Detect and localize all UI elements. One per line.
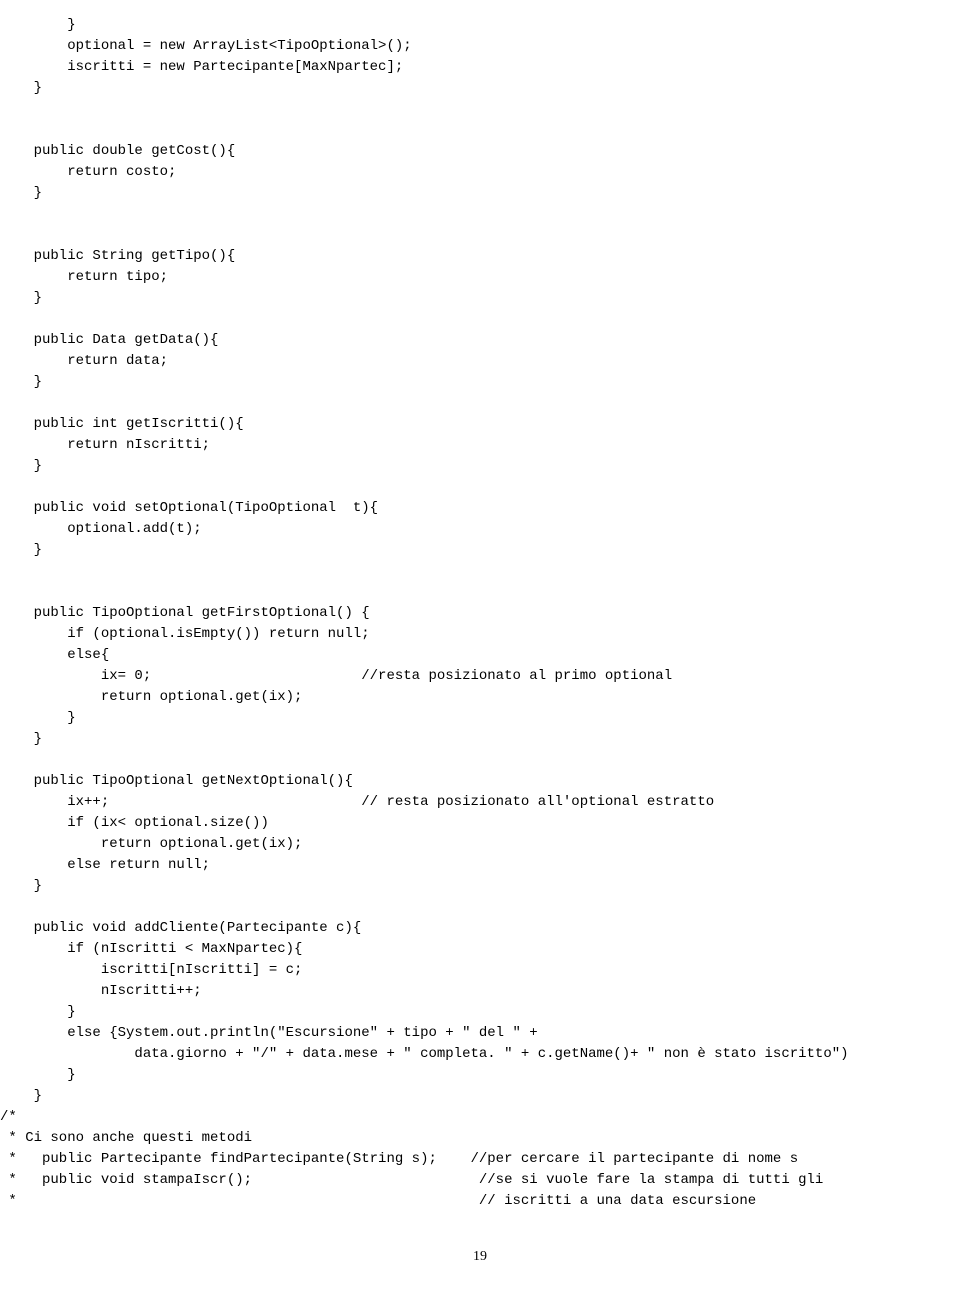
code-line: } (0, 708, 960, 729)
code-line: return tipo; (0, 267, 960, 288)
code-line (0, 309, 960, 330)
java-code-block: } optional = new ArrayList<TipoOptional>… (0, 15, 960, 1212)
code-line (0, 120, 960, 141)
code-line: } (0, 183, 960, 204)
code-line (0, 477, 960, 498)
code-line (0, 561, 960, 582)
code-line: public double getCost(){ (0, 141, 960, 162)
code-line (0, 897, 960, 918)
code-line: optional.add(t); (0, 519, 960, 540)
code-line: } (0, 540, 960, 561)
code-line: } (0, 78, 960, 99)
code-line: public String getTipo(){ (0, 246, 960, 267)
code-line (0, 582, 960, 603)
code-line: * public void stampaIscr(); //se si vuol… (0, 1170, 960, 1191)
code-line: } (0, 876, 960, 897)
code-line: public int getIscritti(){ (0, 414, 960, 435)
code-line: public Data getData(){ (0, 330, 960, 351)
page-container: } optional = new ArrayList<TipoOptional>… (0, 0, 960, 1292)
code-line (0, 99, 960, 120)
code-line (0, 225, 960, 246)
code-line: return optional.get(ix); (0, 687, 960, 708)
code-line: public void addCliente(Partecipante c){ (0, 918, 960, 939)
code-line: } (0, 372, 960, 393)
code-line: * public Partecipante findPartecipante(S… (0, 1149, 960, 1170)
code-line: iscritti = new Partecipante[MaxNpartec]; (0, 57, 960, 78)
code-line: } (0, 1086, 960, 1107)
code-line: optional = new ArrayList<TipoOptional>()… (0, 36, 960, 57)
code-line: if (optional.isEmpty()) return null; (0, 624, 960, 645)
code-line: else {System.out.println("Escursione" + … (0, 1023, 960, 1044)
code-line: if (ix< optional.size()) (0, 813, 960, 834)
code-line: * Ci sono anche questi metodi (0, 1128, 960, 1149)
code-line: else{ (0, 645, 960, 666)
code-line: return nIscritti; (0, 435, 960, 456)
code-line: } (0, 729, 960, 750)
code-line (0, 750, 960, 771)
code-line: } (0, 456, 960, 477)
code-line: * // iscritti a una data escursione (0, 1191, 960, 1212)
code-line (0, 204, 960, 225)
code-line: iscritti[nIscritti] = c; (0, 960, 960, 981)
code-line: /* (0, 1107, 960, 1128)
code-line: public TipoOptional getNextOptional(){ (0, 771, 960, 792)
code-line: } (0, 1065, 960, 1086)
code-line: data.giorno + "/" + data.mese + " comple… (0, 1044, 960, 1065)
code-line (0, 393, 960, 414)
page-number: 19 (0, 1246, 960, 1267)
code-line: ix++; // resta posizionato all'optional … (0, 792, 960, 813)
code-line: else return null; (0, 855, 960, 876)
code-line: ix= 0; //resta posizionato al primo opti… (0, 666, 960, 687)
code-line: } (0, 1002, 960, 1023)
code-line: public TipoOptional getFirstOptional() { (0, 603, 960, 624)
code-line: } (0, 288, 960, 309)
code-line: nIscritti++; (0, 981, 960, 1002)
code-line: return optional.get(ix); (0, 834, 960, 855)
code-line: } (0, 15, 960, 36)
code-line: return data; (0, 351, 960, 372)
code-line: if (nIscritti < MaxNpartec){ (0, 939, 960, 960)
code-line: return costo; (0, 162, 960, 183)
code-line: public void setOptional(TipoOptional t){ (0, 498, 960, 519)
